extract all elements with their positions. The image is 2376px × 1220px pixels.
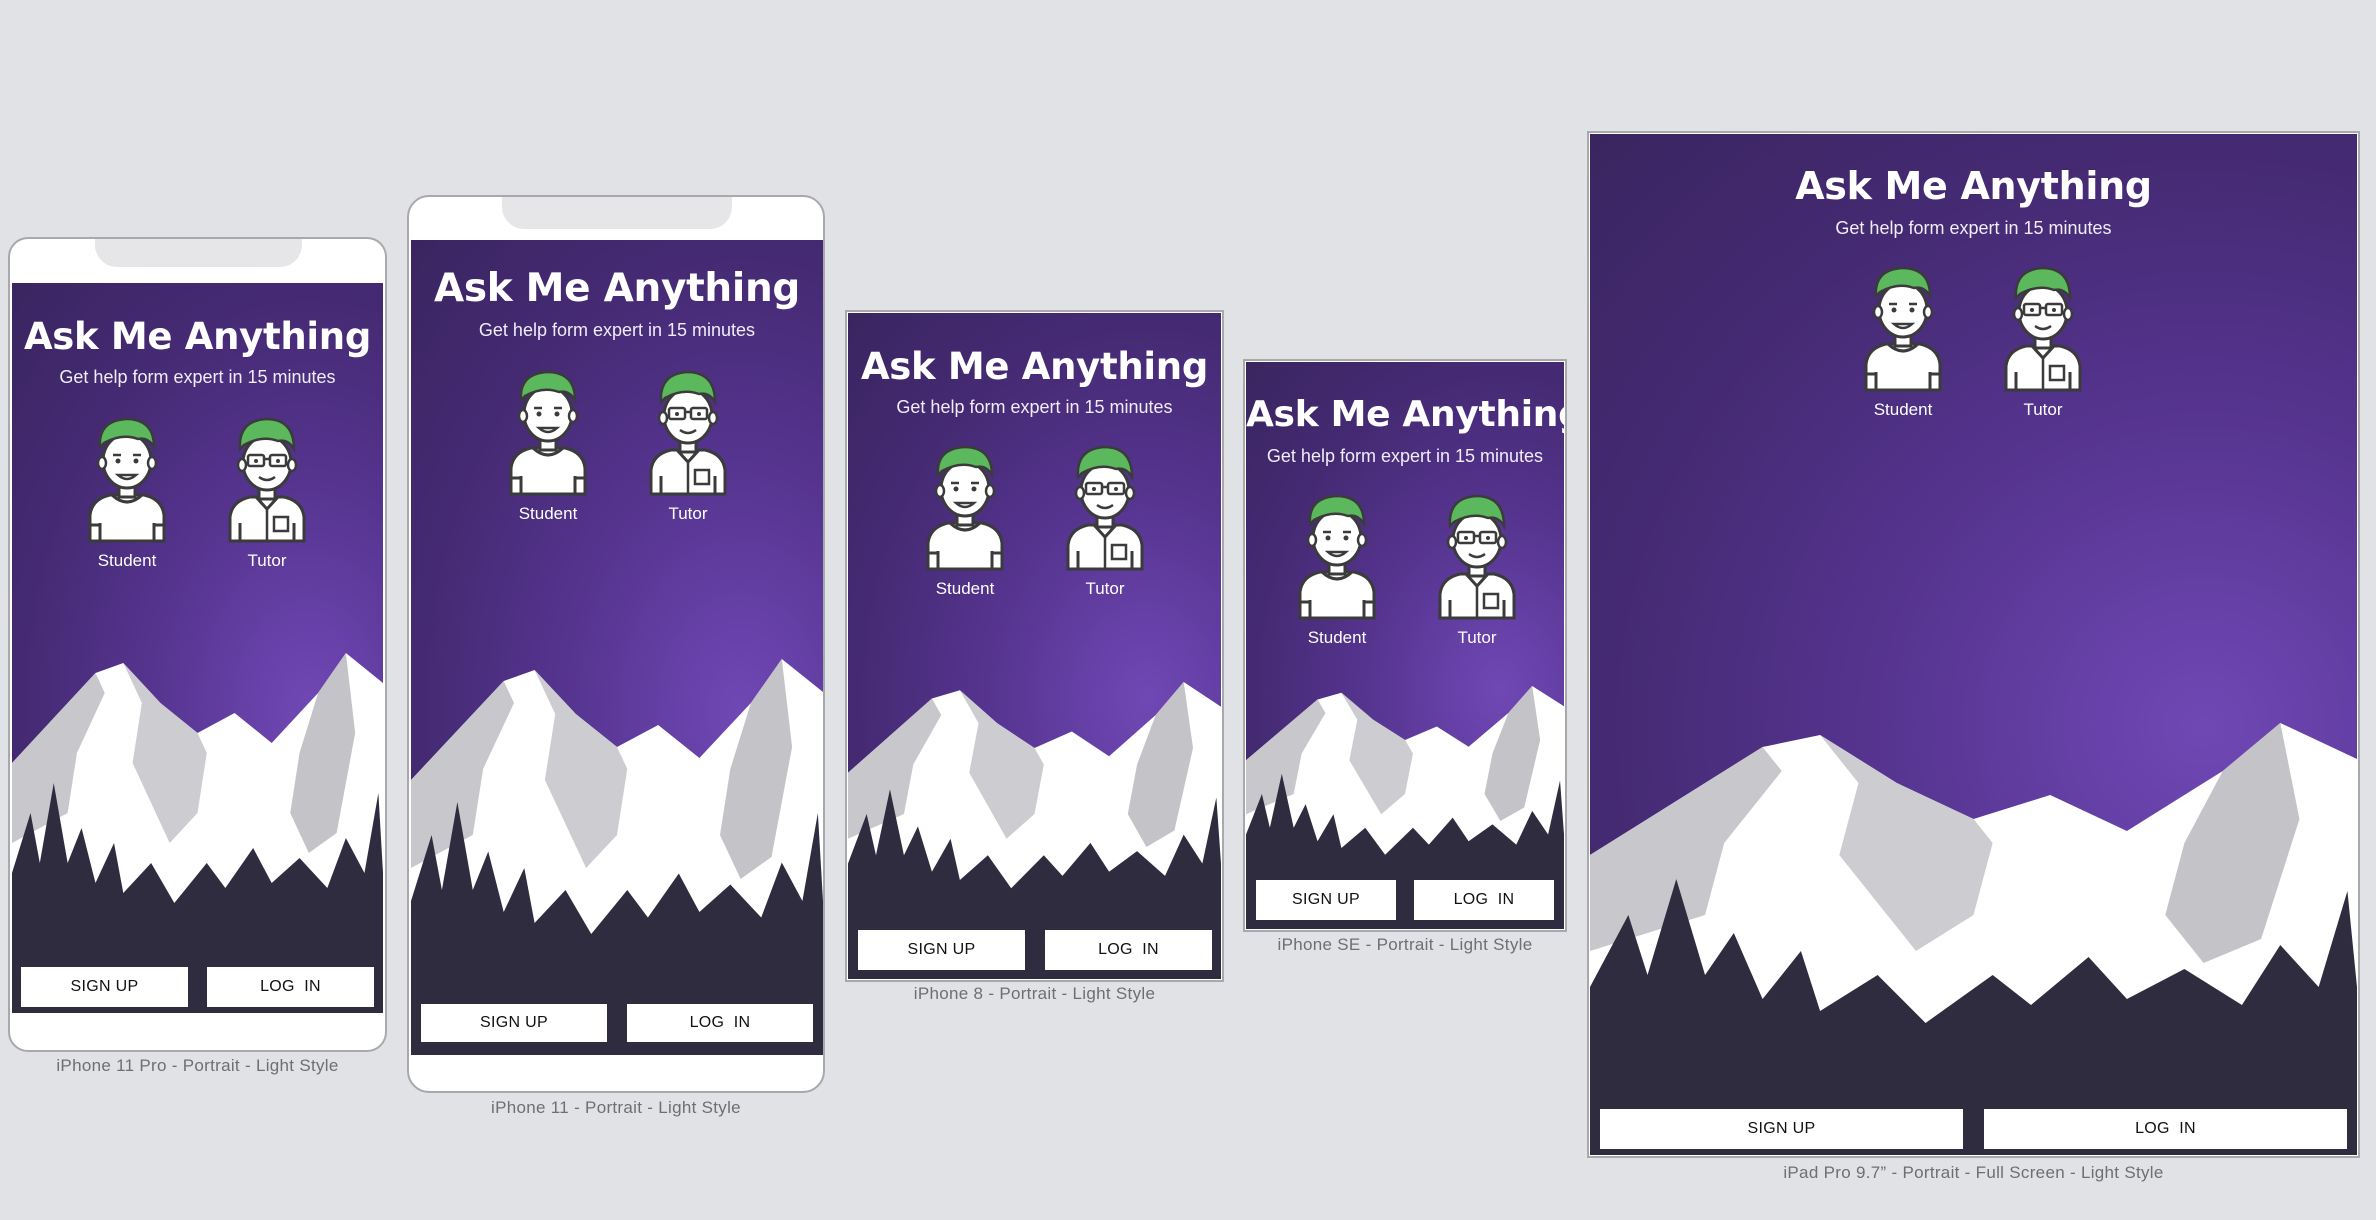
student-avatar[interactable]	[920, 441, 1010, 571]
app-screen: Ask Me Anything Get help form expert in …	[1246, 362, 1564, 929]
tutor-label: Tutor	[1085, 579, 1125, 598]
device-notch	[95, 239, 302, 267]
device-caption: iPhone 11 - Portrait - Light Style	[491, 1098, 741, 1117]
device-iphone-11-pro: Ask Me Anything Get help form expert in …	[8, 237, 387, 1052]
device-iphone-11: Ask Me Anything Get help form expert in …	[407, 195, 825, 1093]
tutor-label: Tutor	[247, 551, 287, 570]
device-notch	[502, 197, 732, 229]
mountain-illustration	[1590, 675, 2357, 1155]
tutor-avatar[interactable]	[1998, 262, 2088, 392]
app-subtitle: Get help form expert in 15 minutes	[59, 367, 336, 387]
tutor-avatar[interactable]	[643, 366, 733, 496]
mountain-illustration	[411, 615, 823, 1055]
app-subtitle: Get help form expert in 15 minutes	[478, 320, 756, 340]
signup-button[interactable]: SIGN UP	[421, 1004, 607, 1042]
login-button[interactable]: LOG IN	[1414, 880, 1554, 920]
app-title: Ask Me Anything	[1795, 164, 2152, 208]
app-screen: Ask Me Anything Get help form expert in …	[12, 283, 383, 1013]
student-label: Student	[935, 579, 995, 598]
device-caption: iPhone 11 Pro - Portrait - Light Style	[56, 1056, 339, 1075]
device-ipad-pro: Ask Me Anything Get help form expert in …	[1587, 131, 2360, 1158]
student-avatar[interactable]	[1858, 262, 1948, 392]
app-subtitle: Get help form expert in 15 minutes	[1266, 446, 1544, 466]
app-title: Ask Me Anything	[860, 345, 1209, 388]
login-button[interactable]: LOG IN	[207, 967, 374, 1007]
signup-button[interactable]: SIGN UP	[1600, 1109, 1963, 1149]
login-button[interactable]: LOG IN	[1984, 1109, 2347, 1149]
app-title: Ask Me Anything	[23, 315, 372, 358]
student-avatar[interactable]	[82, 413, 172, 543]
tutor-avatar[interactable]	[1060, 441, 1150, 571]
student-avatar[interactable]	[503, 366, 593, 496]
student-avatar[interactable]	[1292, 490, 1382, 620]
device-iphone-8: Ask Me Anything Get help form expert in …	[845, 310, 1224, 982]
tutor-label: Tutor	[1457, 628, 1497, 647]
login-button[interactable]: LOG IN	[1045, 930, 1212, 970]
student-label: Student	[1307, 628, 1367, 647]
login-button[interactable]: LOG IN	[627, 1004, 813, 1042]
student-label: Student	[518, 504, 578, 523]
mountain-illustration	[12, 613, 383, 1013]
device-caption: iPhone 8 - Portrait - Light Style	[913, 984, 1156, 1003]
device-caption: iPhone SE - Portrait - Light Style	[1277, 935, 1533, 954]
signup-button[interactable]: SIGN UP	[1256, 880, 1396, 920]
signup-button[interactable]: SIGN UP	[858, 930, 1025, 970]
tutor-label: Tutor	[2023, 400, 2063, 419]
tutor-avatar[interactable]	[1432, 490, 1522, 620]
tutor-label: Tutor	[668, 504, 708, 523]
tutor-avatar[interactable]	[222, 413, 312, 543]
student-label: Student	[97, 551, 157, 570]
app-subtitle: Get help form expert in 15 minutes	[1835, 218, 2112, 238]
app-subtitle: Get help form expert in 15 minutes	[896, 397, 1173, 417]
device-iphone-se: Ask Me Anything Get help form expert in …	[1243, 359, 1567, 932]
student-label: Student	[1873, 400, 1933, 419]
device-caption: iPad Pro 9.7” - Portrait - Full Screen -…	[1783, 1163, 2164, 1182]
signup-button[interactable]: SIGN UP	[21, 967, 188, 1007]
app-screen: Ask Me Anything Get help form expert in …	[411, 240, 823, 1055]
app-title: Ask Me Anything	[433, 266, 801, 311]
app-title: Ask Me Anything	[1246, 394, 1564, 435]
app-screen: Ask Me Anything Get help form expert in …	[848, 313, 1221, 979]
app-screen: Ask Me Anything Get help form expert in …	[1590, 134, 2357, 1155]
